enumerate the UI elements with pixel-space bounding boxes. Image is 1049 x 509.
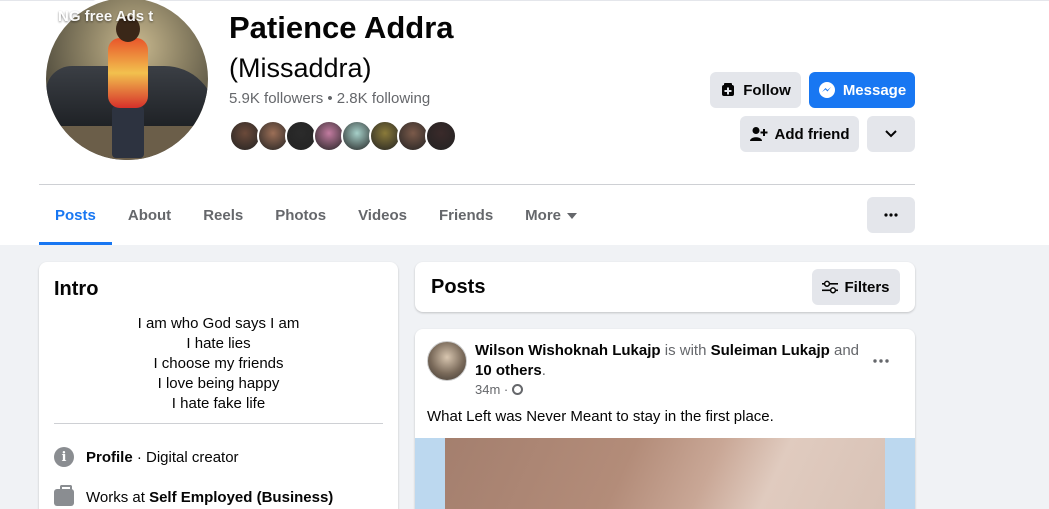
works-prefix: Works at: [86, 489, 145, 506]
bio-line: I choose my friends: [153, 355, 284, 372]
tab-more[interactable]: More: [509, 186, 593, 245]
filters-label: Filters: [844, 278, 890, 296]
tab-posts-label: Posts: [55, 207, 96, 224]
tab-about[interactable]: About: [112, 186, 187, 245]
post-options-button[interactable]: [873, 347, 889, 368]
add-friend-label: Add friend: [774, 125, 850, 143]
tab-reels[interactable]: Reels: [187, 186, 259, 245]
intro-title: Intro: [54, 278, 99, 300]
tab-posts[interactable]: Posts: [39, 186, 112, 245]
works-value[interactable]: Self Employed (Business): [149, 489, 333, 506]
profile-label: Profile: [86, 448, 133, 466]
intro-work-row: Works at Self Employed (Business): [54, 485, 333, 506]
chevron-down-icon: [885, 130, 897, 138]
avatar-overlay-text: NG free Ads t: [58, 8, 154, 25]
tab-videos-label: Videos: [358, 207, 407, 224]
post-and-text: and: [833, 342, 860, 359]
follow-icon: [722, 83, 735, 96]
tab-friends[interactable]: Friends: [423, 186, 509, 245]
post-with-text: is with: [664, 342, 707, 359]
message-button[interactable]: Message: [809, 72, 915, 108]
post-meta: Wilson Wishoknah Lukajp is with Suleiman…: [475, 341, 875, 381]
post-author[interactable]: Wilson Wishoknah Lukajp: [475, 342, 661, 359]
bio-line: I love being happy: [157, 375, 280, 392]
post-others[interactable]: 10 others: [475, 362, 542, 379]
tab-friends-label: Friends: [438, 207, 494, 224]
post-period: .: [541, 362, 546, 379]
bio: I am who God says I am I hate lies I cho…: [54, 314, 383, 414]
mutual-friends-avatars[interactable]: [229, 120, 457, 152]
profile-name: Patience Addra: [229, 10, 454, 45]
post-time[interactable]: 34m ·: [475, 382, 524, 397]
more-icon: [884, 213, 898, 217]
tab-more-label: More: [525, 207, 562, 224]
tabs-options-button[interactable]: [867, 197, 915, 233]
posts-header-card: Posts Filters: [415, 262, 915, 312]
messenger-icon: [818, 82, 835, 98]
add-friend-button[interactable]: Add friend: [740, 116, 859, 152]
post-time-label: 34m ·: [475, 382, 509, 397]
profile-value: · Digital creator: [136, 448, 239, 466]
follow-label: Follow: [743, 81, 791, 99]
tab-reels-label: Reels: [203, 207, 244, 224]
more-actions-button[interactable]: [867, 116, 915, 152]
caret-down-icon: [567, 212, 578, 219]
follow-button[interactable]: Follow: [710, 72, 801, 108]
friend-avatar[interactable]: [425, 120, 457, 152]
post-image[interactable]: [415, 438, 915, 509]
tab-photos-label: Photos: [275, 207, 327, 224]
avatar-person: [108, 38, 148, 108]
bio-line: I hate lies: [186, 335, 251, 352]
profile-tabs: Posts About Reels Photos Videos Friends …: [39, 186, 593, 245]
avatar-person-legs: [112, 106, 144, 158]
posts-title: Posts: [431, 276, 486, 298]
more-icon: [873, 359, 889, 363]
bio-line: I am who God says I am: [137, 315, 300, 332]
intro-profile-row: i Profile · Digital creator: [54, 447, 239, 467]
tab-about-label: About: [127, 207, 172, 224]
filters-button[interactable]: Filters: [812, 269, 900, 305]
profile-alternate-name: (Missaddra): [229, 53, 372, 83]
add-friend-icon: [749, 127, 767, 141]
post-tagged[interactable]: Suleiman Lukajp: [711, 342, 830, 359]
tab-photos[interactable]: Photos: [259, 186, 342, 245]
post-image-photo: [445, 438, 885, 509]
post-card: Wilson Wishoknah Lukajp is with Suleiman…: [415, 329, 915, 509]
bio-line: I hate fake life: [171, 395, 266, 412]
header-divider: [39, 184, 915, 185]
filters-icon: [822, 280, 839, 294]
intro-card: Intro I am who God says I am I hate lies…: [39, 262, 398, 509]
post-text: What Left was Never Meant to stay in the…: [427, 408, 774, 425]
info-icon: i: [54, 447, 74, 467]
message-label: Message: [842, 81, 907, 99]
tab-videos[interactable]: Videos: [342, 186, 423, 245]
followers-count[interactable]: 5.9K followers • 2.8K following: [229, 90, 430, 107]
briefcase-icon: [54, 485, 74, 506]
intro-divider: [54, 423, 383, 424]
post-author-avatar[interactable]: [427, 341, 467, 381]
globe-icon: [512, 384, 524, 395]
